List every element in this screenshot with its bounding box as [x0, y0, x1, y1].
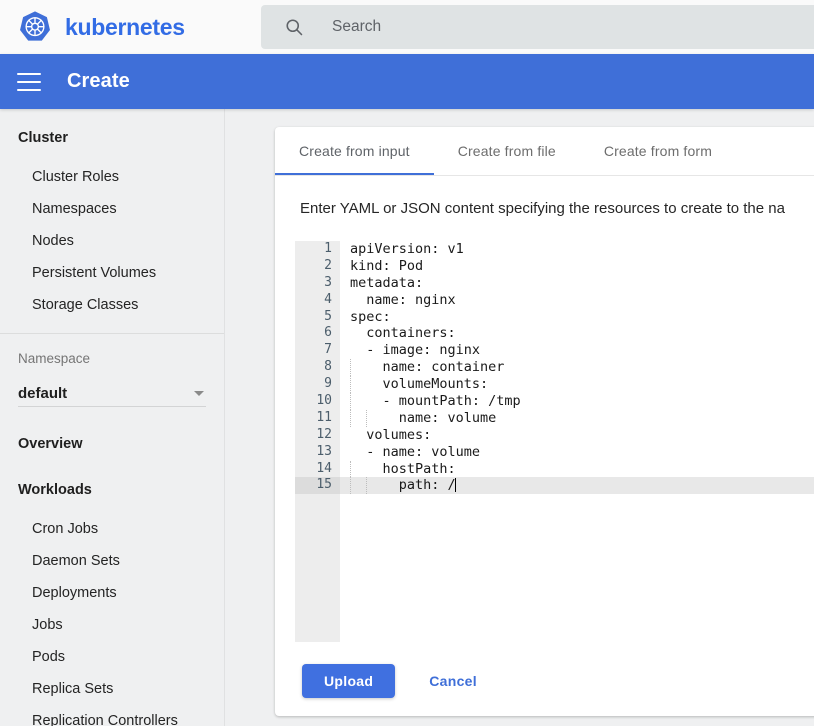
- sidebar-item-daemon-sets[interactable]: Daemon Sets: [0, 545, 224, 577]
- editor-line-text: - image: nginx: [350, 342, 481, 359]
- indent-guide: [350, 376, 352, 394]
- editor-line-text: hostPath:: [350, 460, 456, 478]
- search-icon: [286, 19, 303, 36]
- namespace-selector-block: Namespace default: [0, 334, 224, 407]
- editor-line-number: 9: [324, 376, 332, 392]
- editor-line-text: metadata:: [350, 274, 424, 291]
- editor-line-text: containers:: [350, 325, 456, 342]
- editor-line-text: name: nginx: [350, 291, 456, 308]
- hamburger-menu-icon[interactable]: [17, 72, 41, 91]
- editor-line-number: 1: [324, 241, 332, 256]
- editor-line-number: 2: [324, 257, 332, 273]
- namespace-value: default: [18, 384, 68, 402]
- sidebar-navigation: Cluster Cluster Roles Namespaces Nodes P…: [0, 109, 225, 726]
- sidebar-item-nodes[interactable]: Nodes: [0, 225, 224, 257]
- editor-line-number: 10: [316, 393, 332, 409]
- editor-line-text: - name: volume: [350, 443, 481, 460]
- indent-guide: [350, 477, 352, 495]
- editor-line-number: 8: [324, 359, 332, 375]
- namespace-select[interactable]: default: [18, 380, 206, 407]
- editor-line-text: volumes:: [350, 426, 432, 443]
- editor-line[interactable]: 1 apiVersion: v1: [295, 241, 814, 258]
- editor-line-number: 15: [295, 477, 340, 495]
- tab-bar: Create from input Create from file Creat…: [275, 127, 814, 176]
- tab-create-from-input[interactable]: Create from input: [275, 127, 434, 175]
- sidebar-item-replica-sets[interactable]: Replica Sets: [0, 673, 224, 705]
- editor-line[interactable]: 2 kind: Pod: [295, 258, 814, 275]
- editor-line-text: name: volume: [350, 409, 497, 427]
- editor-line[interactable]: 10 - mountPath: /tmp: [295, 393, 814, 410]
- yaml-code-editor[interactable]: 1 apiVersion: v1 2 kind: Pod 3 metadata: 4 nam…: [295, 241, 814, 642]
- tab-create-from-file[interactable]: Create from file: [434, 127, 580, 175]
- sidebar-item-replication-controllers[interactable]: Replication Controllers: [0, 705, 224, 726]
- search-input[interactable]: [332, 18, 752, 36]
- sidebar-item-cluster-roles[interactable]: Cluster Roles: [0, 161, 224, 193]
- editor-line[interactable]: 3 metadata:: [295, 275, 814, 292]
- namespace-label: Namespace: [18, 351, 91, 366]
- editor-line-number: 4: [324, 291, 332, 307]
- sidebar-item-deployments[interactable]: Deployments: [0, 577, 224, 609]
- editor-line-number: 6: [324, 325, 332, 341]
- editor-line[interactable]: 14 hostPath:: [295, 460, 814, 478]
- brand-logo-area[interactable]: kubernetes: [0, 0, 255, 54]
- sidebar-group-workloads: Workloads: [18, 482, 92, 498]
- editor-line-text: name: container: [350, 359, 505, 377]
- editor-line-text: - mountPath: /tmp: [350, 393, 521, 410]
- editor-line-number: 5: [324, 308, 332, 324]
- editor-line[interactable]: 15 path: /: [295, 477, 814, 495]
- sidebar-item-overview[interactable]: Overview: [0, 429, 224, 459]
- kubernetes-helm-wheel-icon: [20, 11, 50, 41]
- editor-line-text: apiVersion: v1: [350, 241, 464, 257]
- editor-line[interactable]: 12 volumes:: [295, 427, 814, 444]
- brand-title: kubernetes: [65, 13, 185, 40]
- editor-line-number: 13: [316, 443, 332, 459]
- editor-line-text: volumeMounts:: [350, 376, 489, 394]
- sidebar-item-pods[interactable]: Pods: [0, 641, 224, 673]
- editor-line-text: spec:: [350, 308, 391, 325]
- kubernetes-dashboard-app: kubernetes Create Cluster Cluster Roles …: [0, 0, 814, 726]
- editor-line-number: 14: [316, 460, 332, 476]
- indent-guide: [350, 359, 352, 377]
- editor-line-number: 12: [316, 426, 332, 442]
- sidebar-group-cluster: Cluster: [18, 130, 68, 146]
- editor-line[interactable]: 5 spec:: [295, 309, 814, 326]
- editor-code-area[interactable]: 1 apiVersion: v1 2 kind: Pod 3 metadata: 4 nam…: [295, 241, 814, 642]
- text-cursor: [454, 478, 456, 493]
- search-bar[interactable]: [261, 5, 814, 49]
- editor-line[interactable]: 11 name: volume: [295, 409, 814, 427]
- indent-guide: [350, 393, 352, 410]
- editor-line[interactable]: 9 volumeMounts:: [295, 376, 814, 394]
- sidebar-item-persistent-volumes[interactable]: Persistent Volumes: [0, 257, 224, 289]
- editor-line[interactable]: 6 containers:: [295, 325, 814, 342]
- top-header: kubernetes: [0, 0, 814, 54]
- editor-line-number: 3: [324, 274, 332, 290]
- indent-guide: [366, 409, 368, 427]
- action-toolbar: Create: [0, 54, 814, 109]
- editor-line-text: path: /: [350, 477, 456, 495]
- indent-guide: [350, 409, 352, 427]
- page-title: Create: [67, 70, 130, 92]
- cancel-button[interactable]: Cancel: [421, 664, 485, 698]
- sidebar-item-cron-jobs[interactable]: Cron Jobs: [0, 513, 224, 545]
- sidebar-item-storage-classes[interactable]: Storage Classes: [0, 289, 224, 321]
- sidebar-item-jobs[interactable]: Jobs: [0, 609, 224, 641]
- tab-create-from-form[interactable]: Create from form: [580, 127, 736, 175]
- editor-line[interactable]: 13 - name: volume: [295, 444, 814, 461]
- sidebar-item-namespaces[interactable]: Namespaces: [0, 193, 224, 225]
- editor-line-text: kind: Pod: [350, 257, 424, 274]
- editor-line[interactable]: 7 - image: nginx: [295, 342, 814, 359]
- editor-line[interactable]: 4 name: nginx: [295, 292, 814, 309]
- indent-guide: [366, 477, 368, 495]
- editor-line[interactable]: 8 name: container: [295, 359, 814, 377]
- create-resource-card: Create from input Create from file Creat…: [275, 127, 814, 716]
- chevron-down-icon: [194, 390, 204, 396]
- upload-button[interactable]: Upload: [302, 664, 396, 698]
- editor-line-number: 11: [316, 409, 332, 425]
- indent-guide: [350, 460, 352, 478]
- card-action-buttons: Upload Cancel: [302, 664, 485, 698]
- editor-line-number: 7: [324, 342, 332, 358]
- card-description: Enter YAML or JSON content specifying th…: [300, 200, 785, 217]
